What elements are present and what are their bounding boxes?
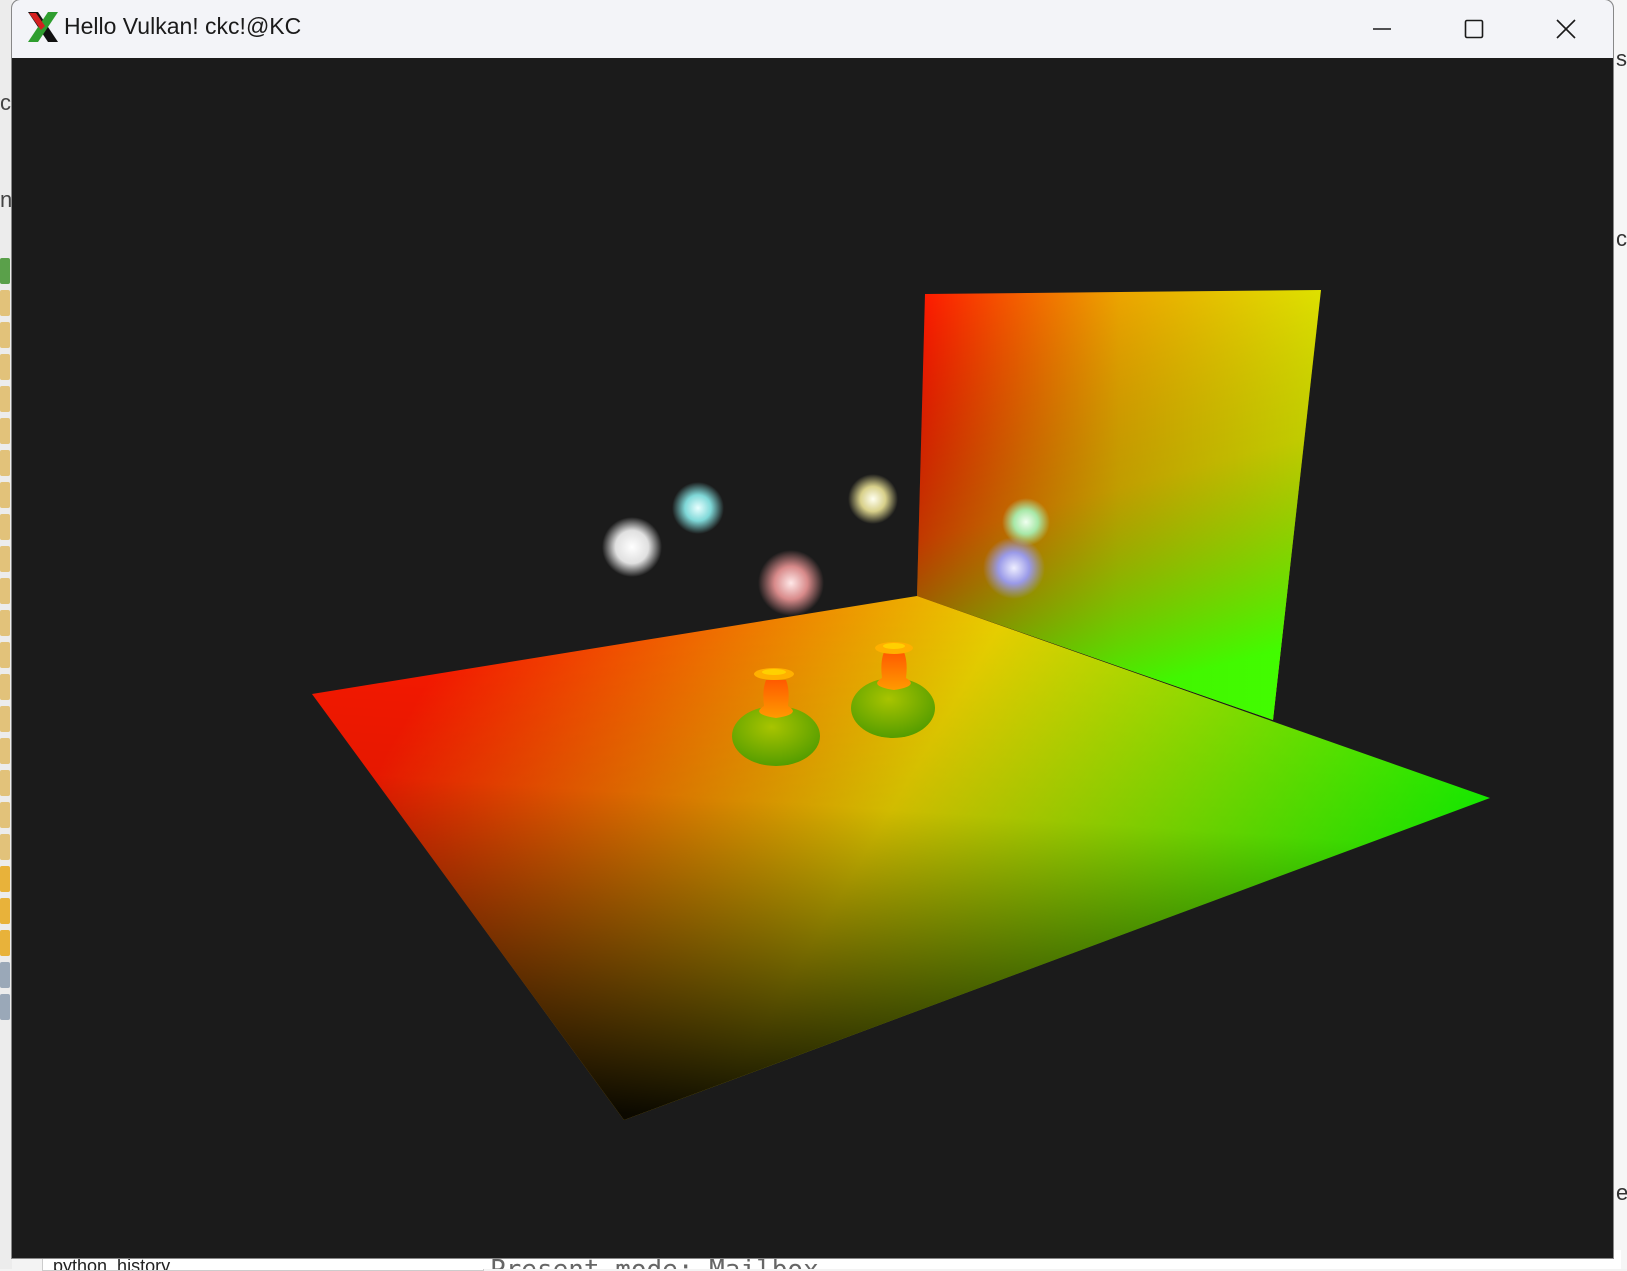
background-tile (0, 866, 10, 892)
close-icon (1556, 19, 1576, 39)
minimize-button[interactable] (1336, 0, 1428, 58)
background-tile (0, 578, 10, 604)
scene-render (312, 290, 1490, 1120)
background-tile (0, 770, 10, 796)
background-tile (0, 418, 10, 444)
window-title: Hello Vulkan! ckc!@KC (64, 13, 302, 39)
background-tile (0, 738, 10, 764)
maximize-button[interactable] (1428, 0, 1520, 58)
background-tile (0, 290, 10, 316)
background-tile (0, 994, 10, 1020)
close-button[interactable] (1520, 0, 1612, 58)
light-cyan (672, 482, 724, 534)
background-tile (0, 514, 10, 540)
background-text-fragment: s (1616, 46, 1627, 71)
vulkan-window[interactable]: Hello Vulkan! ckc!@KC (12, 0, 1613, 1258)
background-left-panel: cc n (0, 0, 12, 1269)
light-white (602, 517, 662, 577)
background-tile (0, 354, 10, 380)
light-pink (758, 550, 824, 616)
light-yellow (848, 474, 898, 524)
x-app-icon (28, 12, 58, 42)
light-blue (983, 537, 1045, 599)
background-text-fragment: cc (0, 90, 12, 115)
background-tile (0, 674, 10, 700)
title-bar[interactable]: Hello Vulkan! ckc!@KC (12, 0, 1613, 59)
minimize-icon (1373, 28, 1391, 30)
maximize-icon (1464, 19, 1484, 39)
background-tile (0, 450, 10, 476)
background-tile (0, 386, 10, 412)
background-tile (0, 834, 10, 860)
background-tile (0, 610, 10, 636)
background-right-panel: s c e (1613, 0, 1627, 1269)
background-tile (0, 482, 10, 508)
background-tile (0, 642, 10, 668)
background-tile (0, 706, 10, 732)
background-tile (0, 802, 10, 828)
background-tile (0, 930, 10, 956)
background-tile (0, 258, 10, 284)
background-tile (0, 898, 10, 924)
background-text-fragment: n (0, 187, 12, 212)
background-text-fragment: c (1616, 226, 1627, 251)
background-tile (0, 546, 10, 572)
background-text-fragment: e (1616, 1180, 1627, 1205)
render-viewport[interactable] (12, 58, 1613, 1258)
background-tile (0, 962, 10, 988)
background-tile (0, 322, 10, 348)
